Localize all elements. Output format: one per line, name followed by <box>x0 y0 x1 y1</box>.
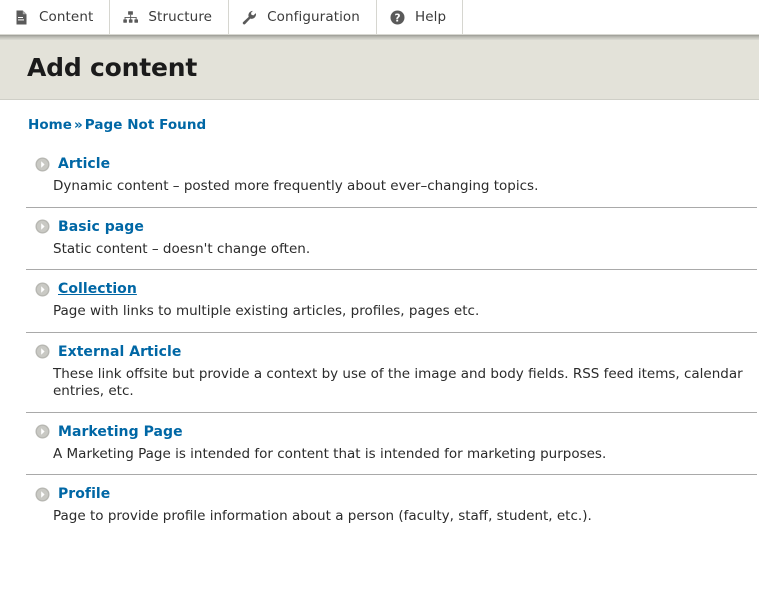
toolbar-tab-content[interactable]: Content <box>0 0 111 34</box>
content-type-link-external-article[interactable]: External Article <box>58 344 181 360</box>
toolbar-tab-label: Configuration <box>267 9 360 25</box>
toolbar-tab-label: Content <box>39 9 94 25</box>
content-type-link-marketing-page[interactable]: Marketing Page <box>58 424 183 440</box>
breadcrumb-item-page-not-found[interactable]: Page Not Found <box>85 117 206 133</box>
page-title-band: Add content <box>0 35 759 100</box>
toolbar-empty-space <box>463 0 759 34</box>
toolbar-tab-structure[interactable]: Structure <box>110 0 230 34</box>
list-item: External Article These link offsite but … <box>26 333 757 413</box>
breadcrumb-item-home[interactable]: Home <box>28 117 72 133</box>
page-title: Add content <box>27 52 198 82</box>
toolbar-tab-configuration[interactable]: Configuration <box>229 0 377 34</box>
list-item: Article Dynamic content – posted more fr… <box>26 145 757 208</box>
breadcrumb: Home» Page Not Found <box>28 117 759 133</box>
chevron-right-circle-icon <box>35 487 50 502</box>
breadcrumb-separator: » <box>74 117 83 133</box>
chevron-right-circle-icon <box>35 344 50 359</box>
chevron-right-circle-icon <box>35 282 50 297</box>
list-item: Basic page Static content – doesn't chan… <box>26 208 757 271</box>
chevron-right-circle-icon <box>35 424 50 439</box>
chevron-right-circle-icon <box>35 219 50 234</box>
list-item: Marketing Page A Marketing Page is inten… <box>26 413 757 476</box>
document-icon <box>13 9 30 26</box>
content-type-description: Page with links to multiple existing art… <box>53 303 480 320</box>
content-type-list: Article Dynamic content – posted more fr… <box>0 145 759 537</box>
toolbar-tab-label: Help <box>414 9 447 25</box>
toolbar-tab-help[interactable]: ? Help <box>376 0 464 34</box>
content-type-link-profile[interactable]: Profile <box>58 486 110 502</box>
content-type-header: Profile <box>26 486 757 502</box>
content-type-description: These link offsite but provide a context… <box>53 365 743 400</box>
hierarchy-icon <box>122 9 139 26</box>
list-item: Collection Page with links to multiple e… <box>26 270 757 333</box>
content-type-header: Collection <box>26 281 757 297</box>
content-type-header: Basic page <box>26 219 757 235</box>
chevron-right-circle-icon <box>35 157 50 172</box>
admin-toolbar: Content Structure Configuration ? Help <box>0 0 759 35</box>
content-type-description: Page to provide profile information abou… <box>53 508 592 525</box>
content-type-description: Dynamic content – posted more frequently… <box>53 178 539 194</box>
content-type-link-article[interactable]: Article <box>58 156 110 172</box>
content-type-description: A Marketing Page is intended for content… <box>53 445 607 462</box>
content-type-description: Static content – doesn't change often. <box>53 240 311 257</box>
list-item: Profile Page to provide profile informat… <box>26 475 757 537</box>
content-type-header: Marketing Page <box>26 424 757 440</box>
wrench-icon <box>241 9 258 26</box>
question-circle-icon: ? <box>389 9 406 26</box>
content-type-header: Article <box>26 156 757 172</box>
content-type-link-basic-page[interactable]: Basic page <box>58 219 144 235</box>
svg-text:?: ? <box>394 12 400 24</box>
toolbar-tab-label: Structure <box>148 9 213 25</box>
content-type-link-collection[interactable]: Collection <box>58 281 137 297</box>
content-type-header: External Article <box>26 344 757 360</box>
